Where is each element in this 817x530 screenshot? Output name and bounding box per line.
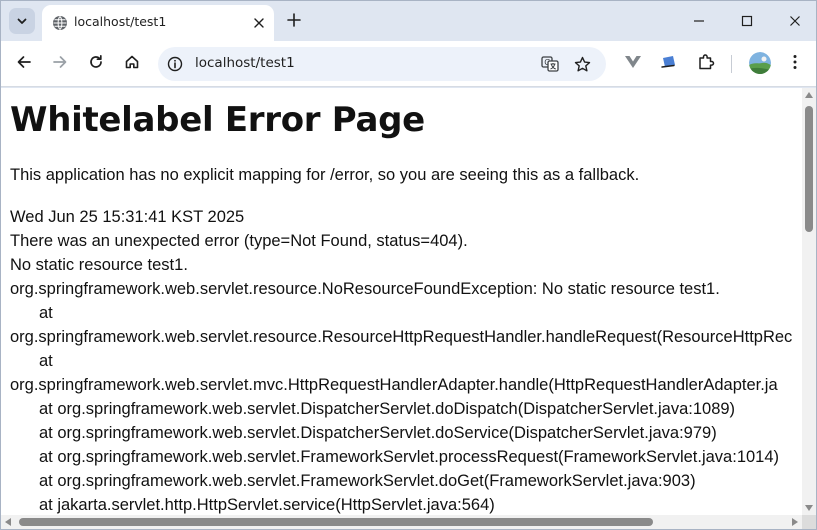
tab-strip: localhost/test1 (1, 1, 816, 41)
home-button[interactable] (120, 52, 144, 76)
horizontal-scrollbar[interactable] (1, 515, 802, 529)
stack-trace-line: at org.springframework.web.servlet.Frame… (39, 448, 780, 466)
v-extension-button[interactable] (621, 52, 645, 76)
browser-toolbar: localhost/test1 G (1, 41, 816, 87)
page-viewport: Whitelabel Error Page This application h… (1, 88, 816, 529)
minimize-icon (693, 12, 705, 31)
reader-extension-icon (660, 54, 678, 74)
error-summary: There was an unexpected error (type=Not … (10, 232, 468, 250)
reader-extension-button[interactable] (657, 52, 681, 76)
tab-close-button[interactable] (250, 13, 268, 31)
address-bar[interactable]: localhost/test1 G (158, 47, 606, 81)
tab-title: localhost/test1 (74, 14, 167, 29)
stack-trace-line: org.springframework.web.servlet.resource… (10, 280, 720, 298)
stack-trace-line: org.springframework.web.servlet.resource… (10, 328, 793, 346)
site-info-icon[interactable] (165, 54, 185, 74)
tab-active[interactable]: localhost/test1 (42, 5, 274, 41)
error-message: No static resource test1. (10, 256, 188, 274)
plus-icon (287, 12, 301, 31)
browser-window: localhost/test1 localhost/test1 G Whitel… (0, 0, 817, 530)
puzzle-icon (697, 53, 715, 75)
new-tab-button[interactable] (283, 10, 305, 32)
scrollbar-corner (802, 515, 816, 529)
error-details: Wed Jun 25 15:31:41 KST 2025 There was a… (10, 205, 792, 517)
forward-arrow-icon (52, 54, 68, 74)
v-extension-icon (624, 54, 642, 74)
globe-icon (52, 15, 68, 31)
vertical-scrollbar[interactable] (802, 88, 816, 515)
avatar[interactable] (749, 52, 771, 74)
address-bar-url: localhost/test1 (195, 55, 295, 71)
close-window-button[interactable] (783, 9, 807, 33)
stack-trace-line: at (39, 304, 53, 322)
chevron-down-icon (16, 12, 28, 31)
back-arrow-icon (16, 54, 32, 74)
reload-icon (88, 54, 104, 74)
translate-icon[interactable]: G (540, 54, 560, 74)
scroll-right-arrow-icon[interactable] (792, 518, 798, 526)
extensions-button[interactable] (694, 52, 718, 76)
reload-button[interactable] (84, 52, 108, 76)
forward-button[interactable] (48, 52, 72, 76)
stack-trace-line: at org.springframework.web.servlet.Dispa… (39, 400, 736, 418)
horizontal-scrollbar-thumb[interactable] (19, 518, 653, 526)
vertical-scrollbar-thumb[interactable] (805, 106, 813, 232)
kebab-menu-icon (792, 54, 798, 74)
back-button[interactable] (12, 52, 36, 76)
toolbar-divider (731, 55, 732, 73)
stack-trace-line: at org.springframework.web.servlet.Dispa… (39, 424, 717, 442)
stack-trace-line: at jakarta.servlet.http.HttpServlet.serv… (39, 496, 495, 514)
maximize-icon (741, 12, 753, 31)
tab-search-button[interactable] (9, 8, 35, 34)
star-icon[interactable] (572, 54, 592, 74)
minimize-button[interactable] (687, 9, 711, 33)
scroll-up-arrow-icon[interactable] (805, 92, 813, 98)
browser-menu-button[interactable] (783, 52, 807, 76)
page-title: Whitelabel Error Page (10, 100, 425, 140)
scroll-down-arrow-icon[interactable] (805, 505, 813, 511)
scroll-left-arrow-icon[interactable] (5, 518, 11, 526)
stack-trace-line: at org.springframework.web.servlet.Frame… (39, 472, 696, 490)
maximize-button[interactable] (735, 9, 759, 33)
stack-trace-line: at (39, 352, 53, 370)
error-timestamp: Wed Jun 25 15:31:41 KST 2025 (10, 208, 245, 226)
home-icon (124, 54, 140, 74)
error-description: This application has no explicit mapping… (10, 166, 640, 184)
stack-trace-line: org.springframework.web.servlet.mvc.Http… (10, 376, 778, 394)
close-icon (789, 12, 801, 31)
close-icon (254, 13, 264, 32)
